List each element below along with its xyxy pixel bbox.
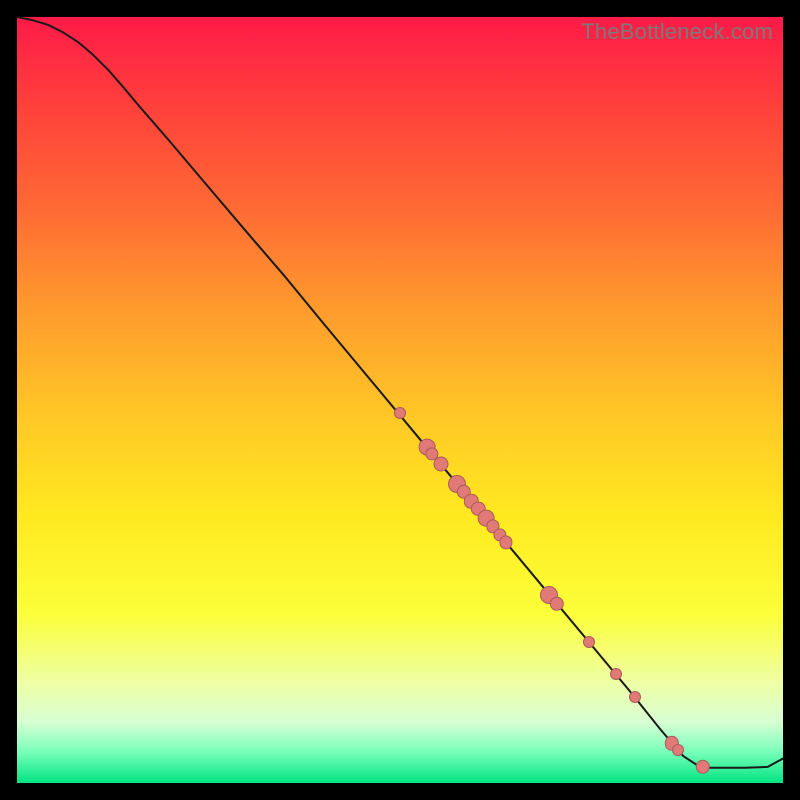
data-point <box>610 668 622 680</box>
data-point <box>583 636 595 648</box>
chart-frame: TheBottleneck.com <box>0 0 800 800</box>
data-point <box>394 407 406 419</box>
line-curve <box>17 17 783 783</box>
data-point <box>695 760 709 774</box>
data-point <box>550 597 564 611</box>
plot-area: TheBottleneck.com <box>17 17 783 783</box>
data-point <box>629 691 641 703</box>
data-point <box>499 536 512 549</box>
data-point <box>433 456 448 471</box>
watermark-label: TheBottleneck.com <box>581 19 773 45</box>
data-point <box>672 744 684 756</box>
